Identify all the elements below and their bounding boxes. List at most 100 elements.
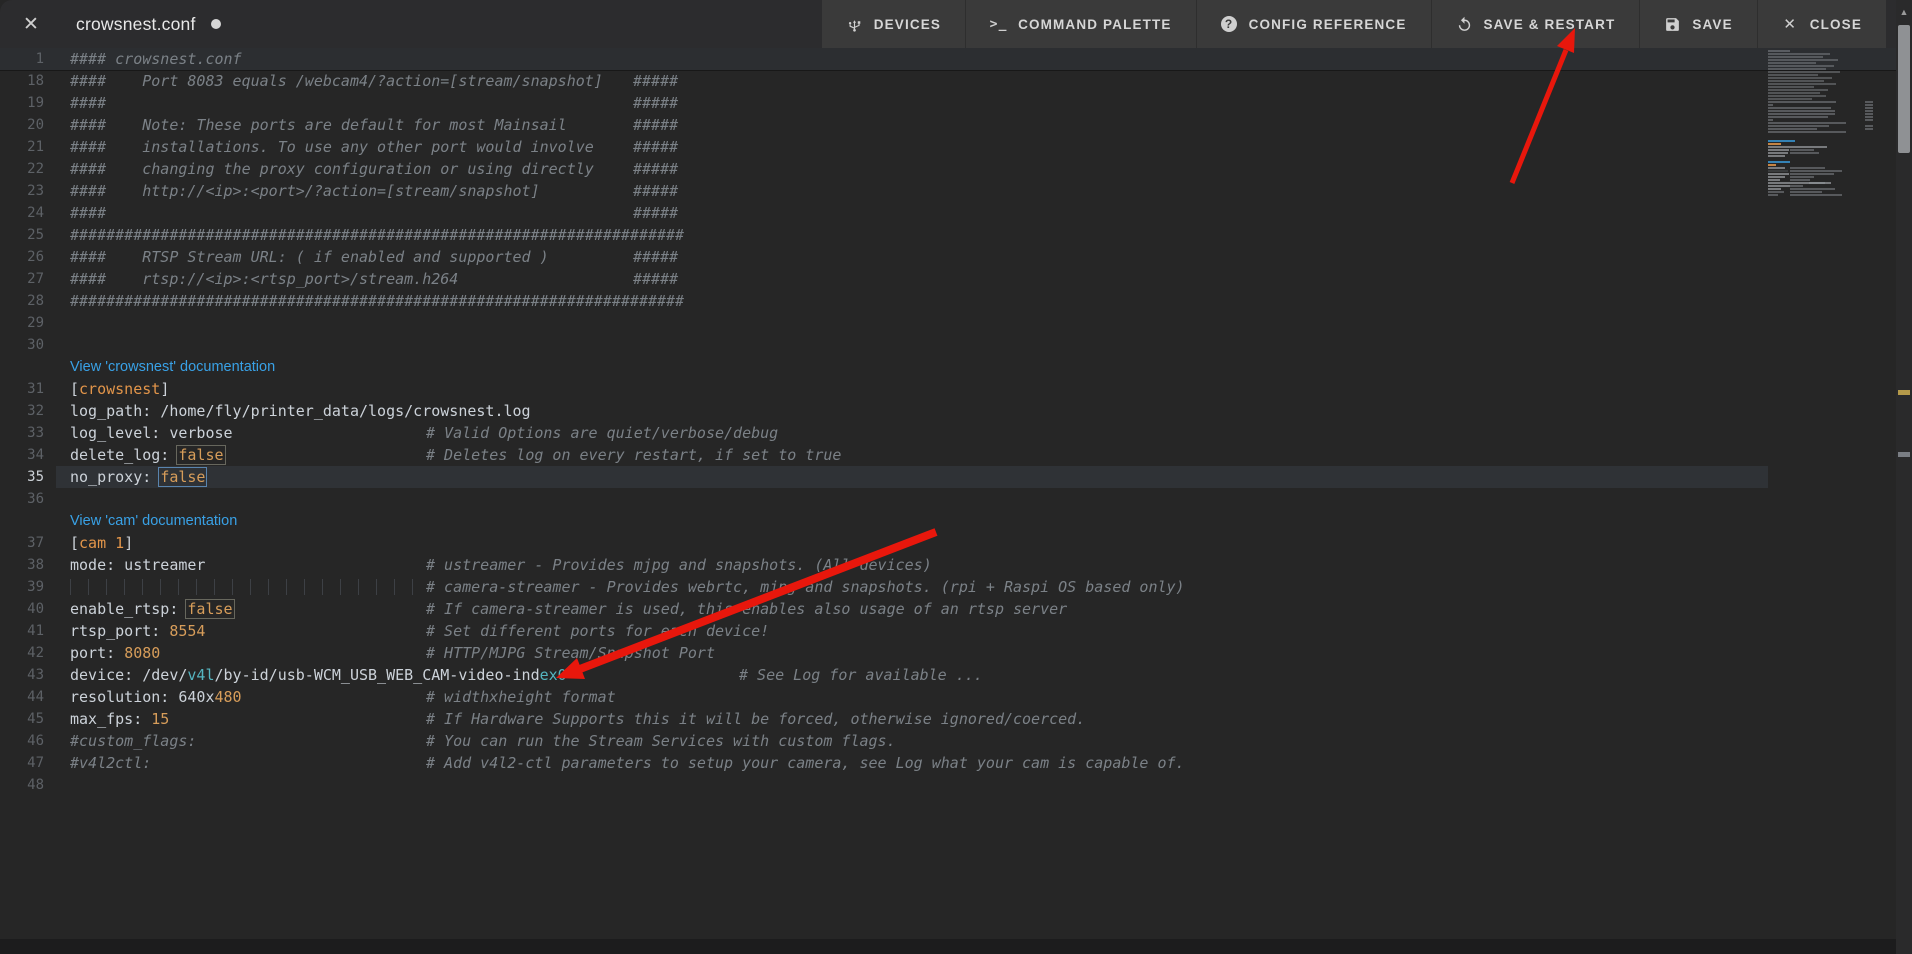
doc-link-row: View 'crowsnest' documentation [0,356,1912,378]
doc-link[interactable]: View 'crowsnest' documentation [70,356,275,378]
inline-comment: # Set different ports for each device! [426,620,769,642]
code-line: 24######### [0,202,1912,224]
close-file-icon[interactable]: ✕ [16,9,46,39]
line-number: 41 [0,620,44,642]
code-text: port: 8080 [70,642,160,664]
line-number: 44 [0,686,44,708]
scrollbar-thumb[interactable] [1898,25,1910,153]
code-text: #v4l2ctl: [70,752,151,774]
code-text: #### [70,92,106,114]
code-line: 21#### installations. To use any other p… [0,136,1912,158]
command-palette-button[interactable]: >_ COMMAND PALETTE [965,0,1196,48]
code-line: 43 device: /dev/v4l/by-id/usb-WCM_USB_WEB… [0,664,1912,686]
code-line: 31[crowsnest] [0,378,1912,400]
line-number: 25 [0,224,44,246]
config-reference-button[interactable]: ? CONFIG REFERENCE [1196,0,1431,48]
code-text: resolution: 640x480 [70,686,242,708]
inline-comment: # If Hardware Supports this it will be f… [426,708,1085,730]
inline-comment: # You can run the Stream Services with c… [426,730,896,752]
line-number: 39 [0,576,44,598]
code-line: 30 [0,334,1912,356]
code-text: #### RTSP Stream URL: ( if enabled and s… [70,246,549,268]
code-line: 40enable_rtsp: false# If camera-streamer… [0,598,1912,620]
code-text: device: /dev/v4l/by-id/usb-WCM_USB_WEB_C… [70,664,567,686]
save-restart-button[interactable]: SAVE & RESTART [1431,0,1640,48]
scrollbar-up-arrow-icon[interactable]: ▲ [1896,7,1912,17]
line-number: 22 [0,158,44,180]
inline-comment: # Add v4l2-ctl parameters to setup your … [426,752,1185,774]
minimap[interactable] [1765,50,1877,200]
code-text: delete_log: false [70,444,224,466]
close-button-label: CLOSE [1810,17,1862,32]
code-editor[interactable]: 1#### crowsnest.conf18 #### Port 8083 equ… [0,48,1912,796]
line-number: 32 [0,400,44,422]
code-line: 37 [cam 1] [0,532,1912,554]
code-line: 1#### crowsnest.conf [0,48,1912,70]
devices-button[interactable]: DEVICES [822,0,965,48]
code-line: 42 port: 8080 # HTTP/MJPG Stream/Snapshot … [0,642,1912,664]
code-text: no_proxy: false [70,466,205,488]
indent-guides [70,579,422,595]
code-line: 35 no_proxy: false [0,466,1912,488]
code-line: 32log_path: /home/fly/printer_data/logs/… [0,400,1912,422]
floppy-save-icon [1664,16,1681,33]
code-text: enable_rtsp: false [70,598,233,620]
code-line: 25######################################… [0,224,1912,246]
line-number: 38 [0,554,44,576]
inline-comment: # widthxheight format [426,686,616,708]
code-text: #### rtsp://<ip>:<rtsp_port>/stream.h264 [70,268,458,290]
line-number: 28 [0,290,44,312]
line-number: 18 [0,70,44,92]
vertical-scrollbar[interactable]: ▲ [1896,0,1912,954]
code-text: #### [70,202,106,224]
code-text: mode: ustreamer [70,554,205,576]
inline-comment: # ustreamer - Provides mjpg and snapshot… [426,554,932,576]
code-line: 48 [0,774,1912,796]
code-line: 29 [0,312,1912,334]
restart-icon [1456,16,1473,33]
inline-comment: # HTTP/MJPG Stream/Snapshot Port [426,642,715,664]
code-line: 33log_level: verbose# Valid Options are … [0,422,1912,444]
inline-comment: # Deletes log on every restart, if set t… [426,444,841,466]
scrollbar-match-mark [1898,452,1910,457]
comment-box-edge: ##### [633,114,678,136]
code-line: 27#### rtsp://<ip>:<rtsp_port>/stream.h2… [0,268,1912,290]
devices-button-label: DEVICES [874,17,941,32]
code-line: 44 resolution: 640x480 # widthxheight form… [0,686,1912,708]
inline-comment: # camera-streamer - Provides webrtc, mjp… [426,576,1185,598]
line-number: 42 [0,642,44,664]
code-line: 19######### [0,92,1912,114]
code-line: 20#### Note: These ports are default for… [0,114,1912,136]
code-text: #### Note: These ports are default for m… [70,114,567,136]
inline-comment: # See Log for available ... [739,664,983,686]
editor-toolbar: ✕ crowsnest.conf DEVICES >_ COMMA [0,0,1912,48]
window-bottom-edge [0,939,1912,954]
line-number: 36 [0,488,44,510]
code-text: log_level: verbose [70,422,233,444]
code-text: #custom_flags: [70,730,196,752]
code-text: [cam 1] [70,532,133,554]
save-button[interactable]: SAVE [1639,0,1756,48]
line-number: 43 [0,664,44,686]
comment-box-edge: ##### [633,180,678,202]
line-number: 35 [0,466,44,488]
line-number: 47 [0,752,44,774]
mainsail-config-editor: { "window": { "title": "crowsnest.conf",… [0,0,1912,954]
terminal-prompt-icon: >_ [990,16,1007,33]
comment-box-edge: ##### [633,70,678,92]
line-number: 33 [0,422,44,444]
toolbar-button-group: DEVICES >_ COMMAND PALETTE ? CONFIG REFE… [822,0,1886,48]
code-text: #### installations. To use any other por… [70,136,594,158]
close-button[interactable]: ✕ CLOSE [1757,0,1886,48]
save-button-label: SAVE [1692,17,1732,32]
code-line: 45max_fps: 15# If Hardware Supports this… [0,708,1912,730]
comment-box-edge: ##### [633,158,678,180]
doc-link[interactable]: View 'cam' documentation [70,510,237,532]
code-text: #### crowsnest.conf [70,48,242,70]
line-number: 31 [0,378,44,400]
usb-icon [846,16,863,33]
help-circle-icon: ? [1221,16,1238,33]
code-text: #### Port 8083 equals /webcam4/?action=[… [70,70,603,92]
line-number: 37 [0,532,44,554]
line-number: 45 [0,708,44,730]
